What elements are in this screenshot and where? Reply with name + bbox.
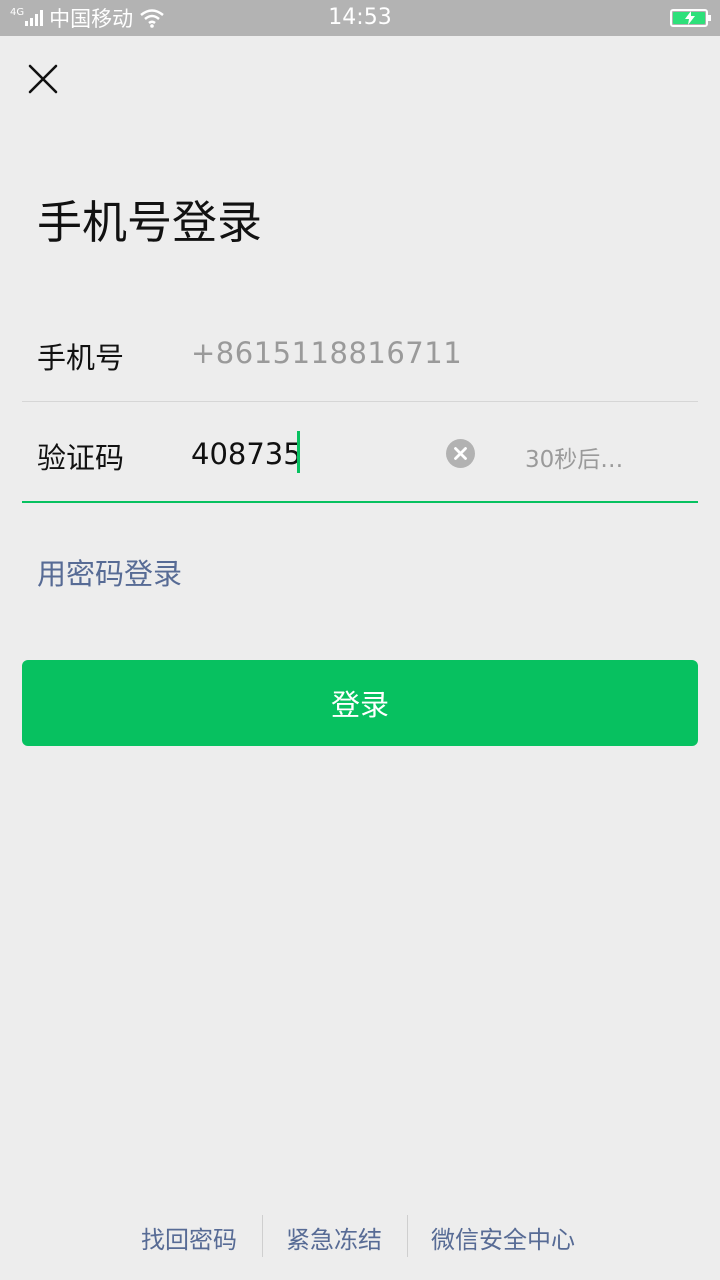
verification-code-input[interactable]: 408735 [191,437,302,471]
phone-label: 手机号 [37,341,125,375]
footer-link-emergency-freeze[interactable]: 紧急冻结 [286,1220,382,1255]
login-button[interactable]: 登录 [22,660,698,746]
footer-link-security-center[interactable]: 微信安全中心 [431,1220,575,1255]
footer-link-recover-password[interactable]: 找回密码 [141,1220,237,1255]
password-login-link[interactable]: 用密码登录 [37,551,182,593]
footer-separator [407,1215,408,1257]
clear-input-button[interactable] [446,439,475,468]
code-divider-active [22,501,698,503]
close-button[interactable] [24,60,62,98]
status-bar: 4G 中国移动 14:53 [0,0,720,36]
code-label: 验证码 [37,441,125,475]
close-icon [28,64,58,94]
status-time: 14:53 [328,5,392,30]
text-cursor [297,431,300,473]
battery-charging-icon [670,9,711,27]
login-screen: 4G 中国移动 14:53 手机号登录 手机号 +8615118816711 验… [0,0,720,1280]
clear-input-icon [446,439,475,468]
phone-divider [22,401,698,402]
resend-countdown: 30秒后… [525,447,624,473]
footer-separator [262,1215,263,1257]
phone-number-value: +8615118816711 [191,336,463,370]
page-title: 手机号登录 [37,196,263,249]
